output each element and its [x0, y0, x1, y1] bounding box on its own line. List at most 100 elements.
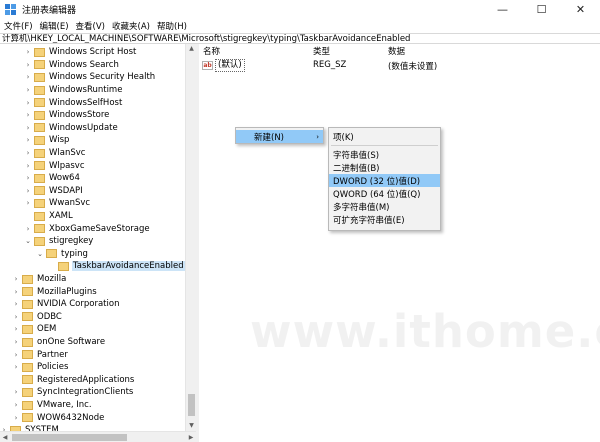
tree-node-label: WindowsSelfHost	[49, 97, 123, 108]
expand-chevron-icon[interactable]: ›	[12, 313, 20, 321]
tree-node[interactable]: › WindowsSelfHost	[24, 96, 123, 109]
scrollbar-thumb[interactable]	[188, 394, 195, 416]
tree-node[interactable]: › WlanSvc	[24, 147, 86, 160]
tree-node[interactable]: › WOW6432Node	[12, 411, 105, 424]
tree-node[interactable]: › Wlpasvc	[24, 159, 86, 172]
submenu-item-6[interactable]: 可扩充字符串值(E)	[329, 213, 440, 226]
expand-chevron-icon[interactable]: ›	[24, 99, 32, 107]
expand-chevron-icon[interactable]: ›	[12, 325, 20, 333]
expand-chevron-icon[interactable]: ›	[24, 48, 32, 56]
tree-node[interactable]: RegisteredApplications	[12, 374, 135, 387]
tree-node-label: Windows Security Health	[49, 72, 156, 83]
submenu-item-5[interactable]: 多字符串值(M)	[329, 200, 440, 213]
tree-node[interactable]: › NVIDIA Corporation	[12, 298, 120, 311]
expand-chevron-icon[interactable]: ›	[24, 187, 32, 195]
scrollbar-thumb-horizontal[interactable]	[12, 434, 127, 441]
tree-node[interactable]: › Windows Security Health	[24, 71, 156, 84]
values-pane[interactable]: 名称 类型 数据 ab (默认) REG_SZ (数值未设置)	[199, 44, 600, 442]
window-controls: — ☐ ✕	[483, 0, 600, 19]
tree-node[interactable]: › onOne Software	[12, 336, 106, 349]
menu-item-4[interactable]: 帮助(H)	[153, 20, 190, 32]
expand-chevron-icon[interactable]: ›	[24, 199, 32, 207]
folder-icon	[22, 337, 33, 347]
menu-item-3[interactable]: 收藏夹(A)	[108, 20, 153, 32]
tree-node-label: WwanSvc	[49, 198, 91, 209]
tree-node[interactable]: › OEM	[12, 323, 57, 336]
tree-node-label: RegisteredApplications	[37, 374, 135, 385]
expand-chevron-icon[interactable]: ›	[24, 111, 32, 119]
tree-node[interactable]: › MozillaPlugins	[12, 285, 98, 298]
expand-chevron-icon[interactable]: ›	[24, 162, 32, 170]
tree-node-label: stigregkey	[49, 236, 94, 247]
expand-chevron-icon[interactable]: ›	[12, 288, 20, 296]
tree-node[interactable]: › WSDAPI	[24, 185, 84, 198]
tree-node-label: Wisp	[49, 135, 70, 146]
collapse-chevron-icon[interactable]: ⌄	[36, 250, 44, 258]
expand-chevron-icon[interactable]: ›	[12, 363, 20, 371]
expand-chevron-icon[interactable]: ›	[24, 136, 32, 144]
maximize-button[interactable]: ☐	[522, 0, 561, 19]
submenu-item-3[interactable]: DWORD (32 位)值(D)	[329, 174, 440, 187]
tree-node[interactable]: TaskbarAvoidanceEnabled	[48, 260, 185, 273]
expand-chevron-icon[interactable]: ›	[24, 124, 32, 132]
expand-chevron-icon[interactable]: ›	[12, 300, 20, 308]
menu-item-0[interactable]: 文件(F)	[0, 20, 36, 32]
tree-node[interactable]: › Windows Search	[24, 59, 120, 72]
tree-node[interactable]: › WindowsStore	[24, 109, 110, 122]
expand-chevron-icon[interactable]: ›	[24, 61, 32, 69]
column-header-type[interactable]: 类型	[313, 45, 330, 57]
expand-chevron-icon[interactable]: ›	[12, 338, 20, 346]
expand-chevron-icon[interactable]: ›	[12, 275, 20, 283]
address-bar[interactable]: 计算机\HKEY_LOCAL_MACHINE\SOFTWARE\Microsof…	[0, 33, 600, 44]
tree-node[interactable]: › SyncIntegrationClients	[12, 386, 134, 399]
column-header-name[interactable]: 名称	[203, 45, 220, 57]
folder-icon	[34, 72, 45, 82]
menu-item-1[interactable]: 编辑(E)	[36, 20, 72, 32]
minimize-button[interactable]: —	[483, 0, 522, 19]
expand-chevron-icon[interactable]: ›	[12, 388, 20, 396]
expand-chevron-icon[interactable]: ›	[24, 86, 32, 94]
scroll-right-arrow-icon[interactable]: ▶	[186, 432, 196, 442]
column-header-data[interactable]: 数据	[388, 45, 405, 57]
tree-node[interactable]: › Wisp	[24, 134, 70, 147]
tree-node[interactable]: ⌄ stigregkey	[24, 235, 94, 248]
tree-node[interactable]: › WindowsUpdate	[24, 122, 119, 135]
tree-node[interactable]: XAML	[24, 210, 74, 223]
collapse-chevron-icon[interactable]: ⌄	[24, 237, 32, 245]
menu-item-new[interactable]: 新建(N) ›	[236, 130, 323, 143]
tree-node[interactable]: › WwanSvc	[24, 197, 91, 210]
menu-item-2[interactable]: 查看(V)	[72, 20, 108, 32]
tree-vertical-scrollbar[interactable]: ▲ ▼	[185, 44, 196, 431]
tree-node[interactable]: › Windows Script Host	[24, 46, 137, 59]
tree-node[interactable]: › Wow64	[24, 172, 81, 185]
tree-node[interactable]: › WindowsRuntime	[24, 84, 123, 97]
close-button[interactable]: ✕	[561, 0, 600, 19]
expand-chevron-icon[interactable]: ›	[12, 414, 20, 422]
expand-chevron-icon[interactable]: ›	[24, 73, 32, 81]
folder-icon	[34, 161, 45, 171]
folder-icon	[22, 324, 33, 334]
tree-node-label: Wow64	[49, 173, 80, 184]
expand-chevron-icon[interactable]: ›	[24, 149, 32, 157]
tree-node[interactable]: › ODBC	[12, 311, 63, 324]
submenu-item-1[interactable]: 字符串值(S)	[329, 148, 440, 161]
tree-horizontal-scrollbar[interactable]: ◀ ▶	[0, 431, 196, 442]
submenu-item-2[interactable]: 二进制值(B)	[329, 161, 440, 174]
submenu-item-4[interactable]: QWORD (64 位)值(Q)	[329, 187, 440, 200]
expand-chevron-icon[interactable]: ›	[24, 225, 32, 233]
tree-node[interactable]: › VMware, Inc.	[12, 399, 93, 412]
scroll-left-arrow-icon[interactable]: ◀	[0, 432, 10, 442]
submenu-item-0[interactable]: 项(K)	[329, 130, 440, 143]
tree-node[interactable]: › Mozilla	[12, 273, 67, 286]
tree-node[interactable]: › XboxGameSaveStorage	[24, 222, 151, 235]
tree-node[interactable]: › Policies	[12, 361, 69, 374]
expand-chevron-icon[interactable]: ›	[12, 351, 20, 359]
tree-node[interactable]: › SYSTEM	[0, 424, 60, 431]
expand-chevron-icon[interactable]: ›	[12, 401, 20, 409]
tree-node-label: WSDAPI	[49, 185, 83, 196]
expand-chevron-icon[interactable]: ›	[24, 174, 32, 182]
tree-node[interactable]: ⌄ typing	[36, 248, 89, 261]
tree-pane: › Windows Script Host › Windows Search › Wind…	[0, 44, 196, 431]
tree-node[interactable]: › Partner	[12, 348, 69, 361]
value-row-default[interactable]: ab (默认) REG_SZ (数值未设置)	[199, 59, 600, 72]
